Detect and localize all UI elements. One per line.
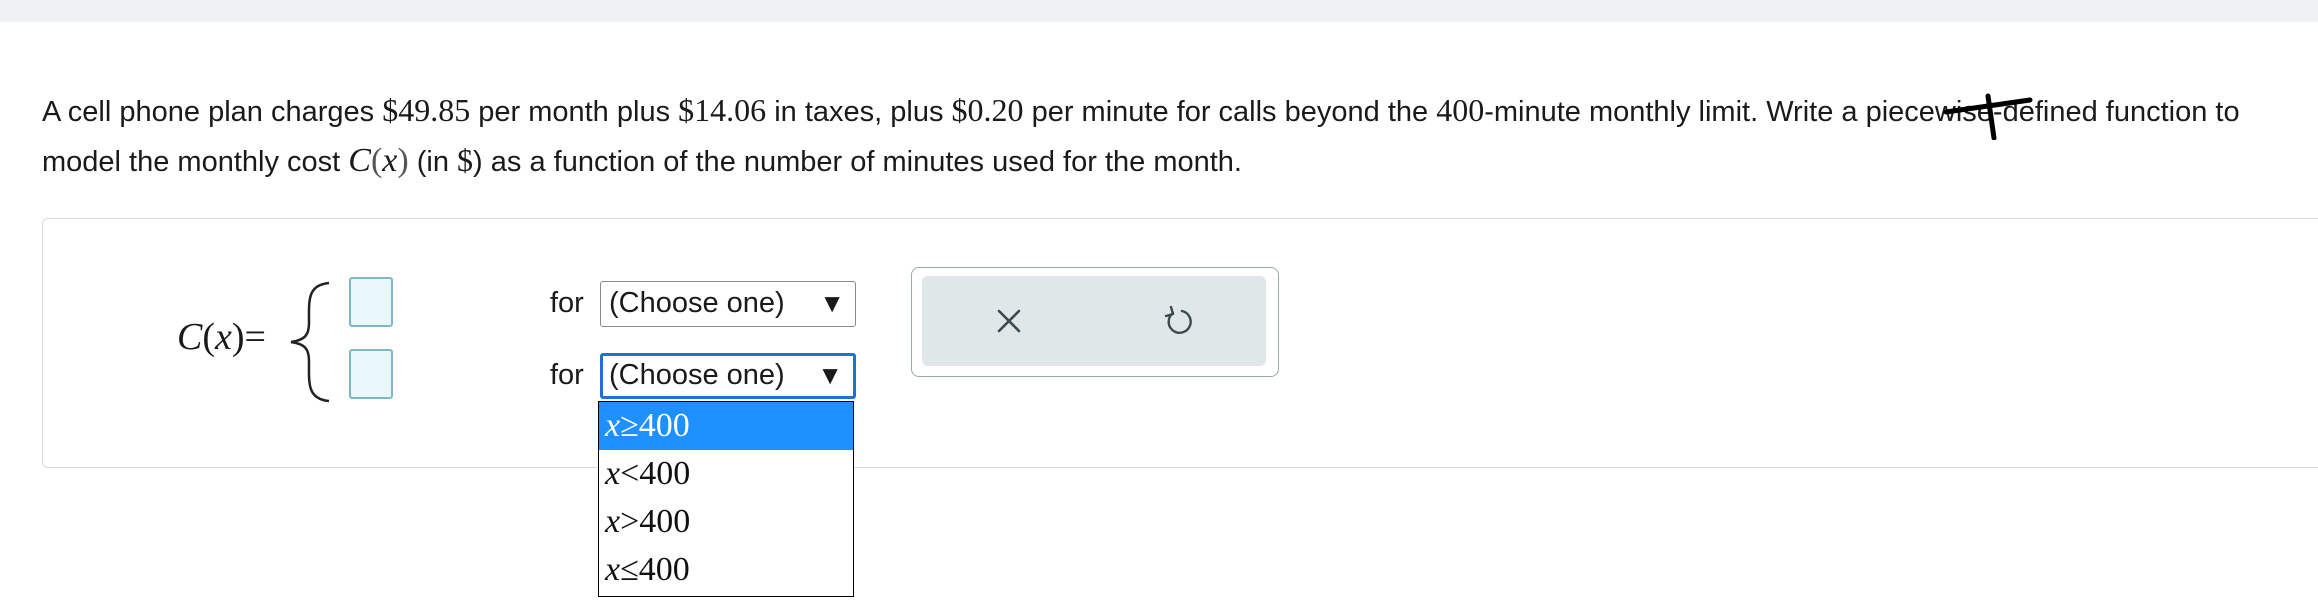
for-label-1: for	[550, 287, 584, 319]
select-value: (Choose one)	[609, 359, 785, 391]
top-bar	[0, 0, 2318, 22]
condition-select-2[interactable]: (Choose one) ▼	[600, 353, 856, 399]
left-brace	[290, 281, 330, 403]
close-icon[interactable]	[992, 304, 1026, 338]
dropdown-arrow-icon: ▼	[817, 360, 843, 390]
undo-icon[interactable]	[1162, 304, 1196, 338]
dropdown-option-x-geq-400[interactable]: x≥400	[599, 402, 853, 450]
dropdown-option-x-gt-400[interactable]: x>400	[599, 498, 853, 546]
tools-panel	[922, 276, 1266, 366]
dropdown-option-x-leq-400[interactable]: x≤400	[599, 546, 853, 594]
answer-panel: C(x)= for for (Choose one) ▼ (Choose one…	[42, 218, 2318, 468]
dropdown-option-x-lt-400[interactable]: x<400	[599, 450, 853, 498]
condition-dropdown-list: x≥400 x<400 x>400 x≤400	[598, 401, 854, 597]
piece-1-expression-input[interactable]	[349, 277, 393, 327]
select-value: (Choose one)	[609, 287, 785, 319]
answer-tools	[911, 267, 1279, 377]
dropdown-arrow-icon: ▼	[819, 288, 845, 318]
condition-select-1[interactable]: (Choose one) ▼	[600, 281, 856, 327]
function-label: C(x)=	[177, 316, 266, 358]
for-label-2: for	[550, 359, 584, 391]
piece-2-expression-input[interactable]	[349, 349, 393, 399]
question-text: A cell phone plan charges $49.85 per mon…	[42, 92, 2240, 179]
